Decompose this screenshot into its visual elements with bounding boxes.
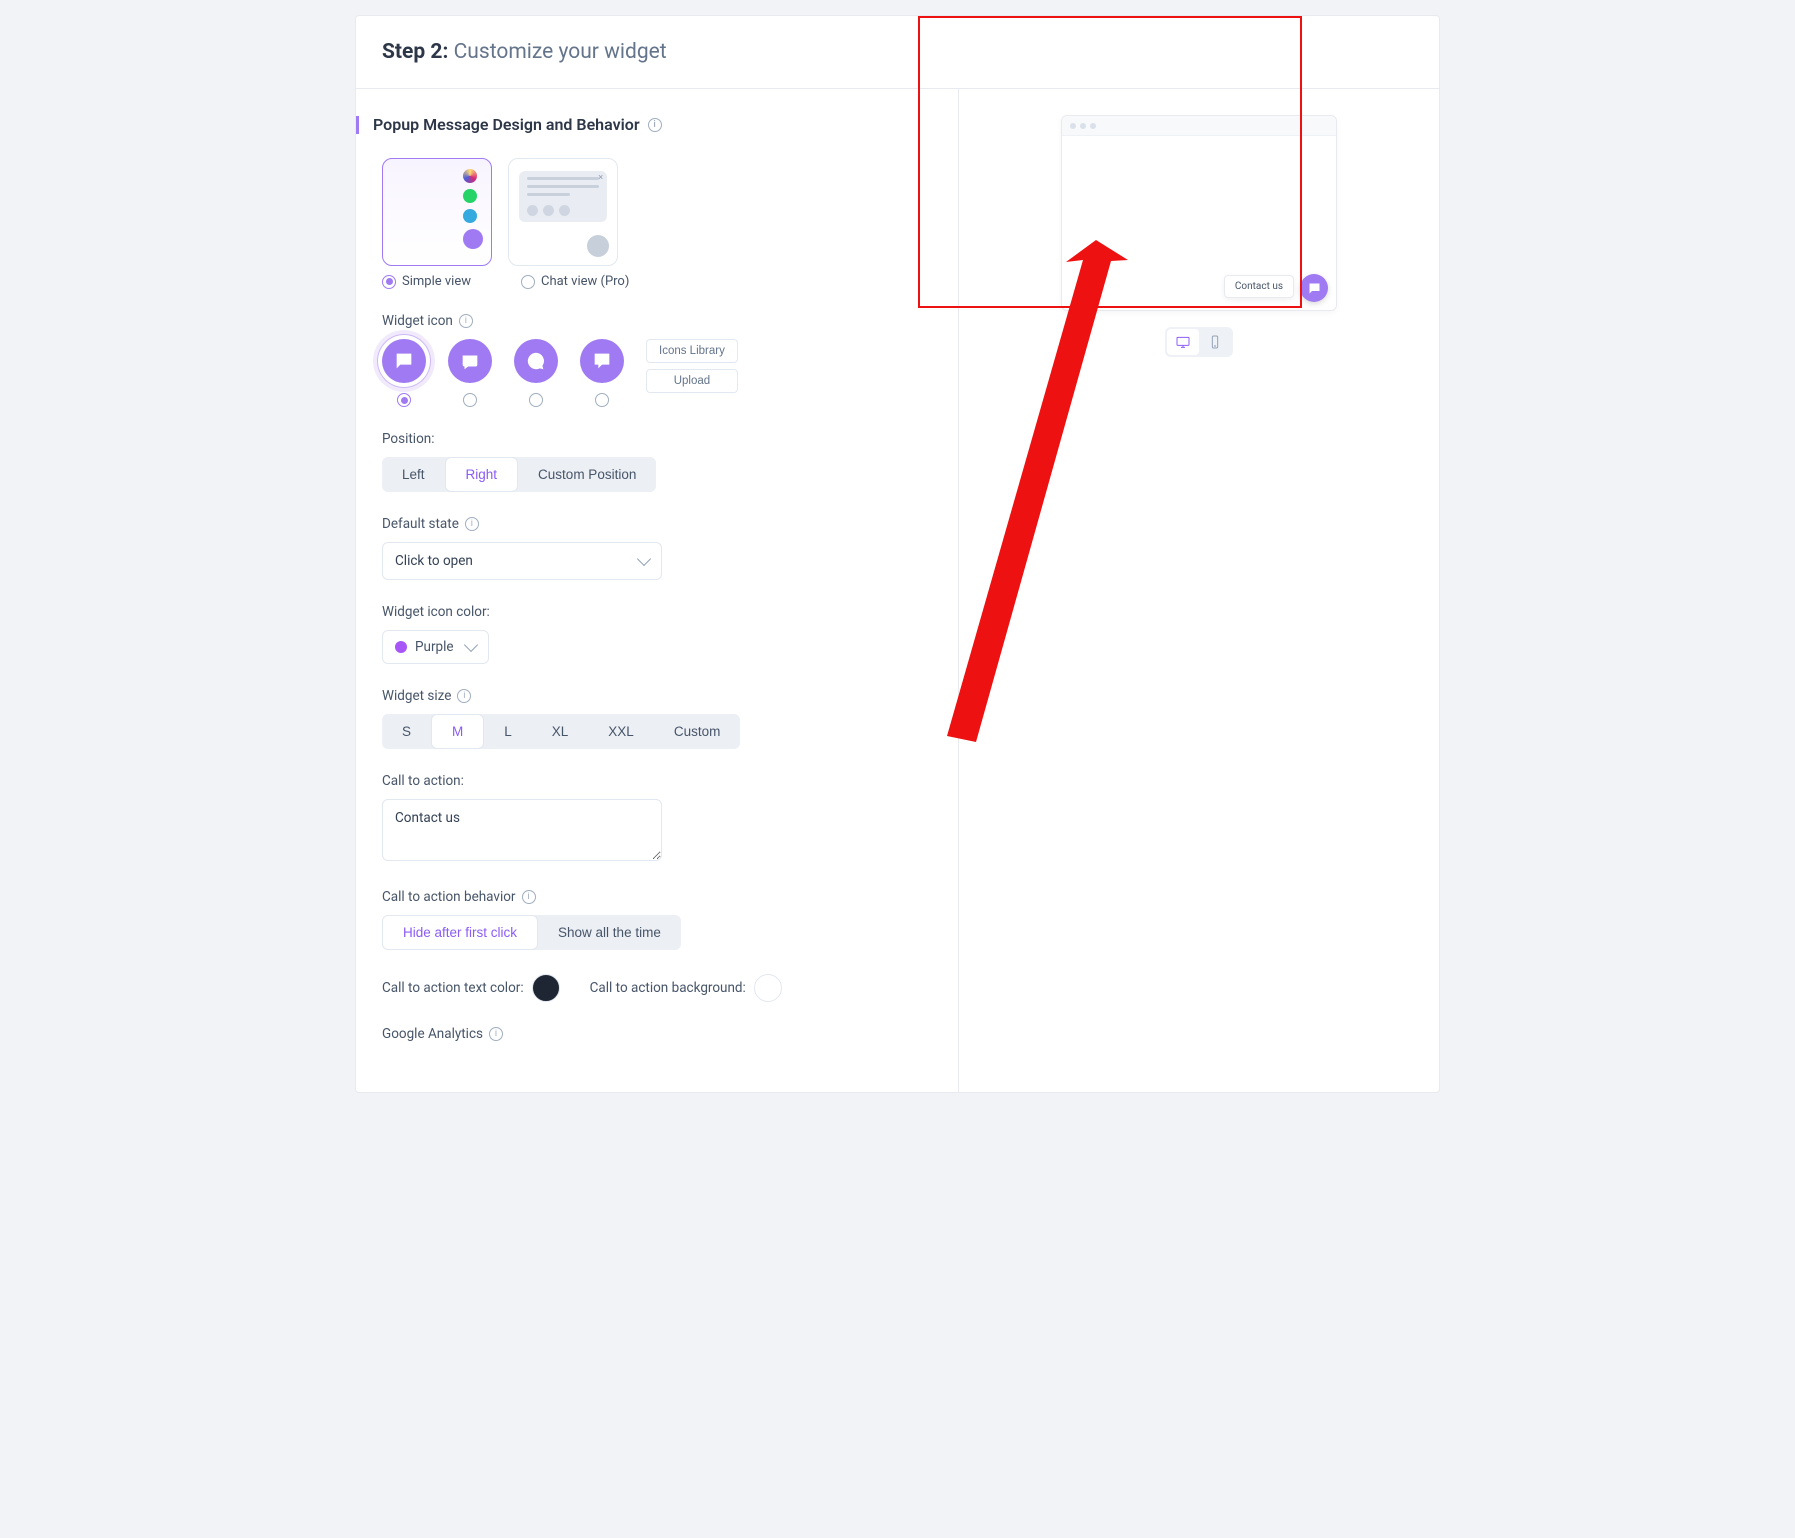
preview-browser: Contact us xyxy=(1061,115,1337,311)
color-swatch-icon xyxy=(395,641,407,653)
default-state-select[interactable]: Click to open xyxy=(382,542,662,580)
design-style-row: × xyxy=(382,158,932,266)
icon-color-select[interactable]: Purple xyxy=(382,630,489,664)
label-text: Default state xyxy=(382,516,459,532)
design-simple-card[interactable] xyxy=(382,158,492,266)
info-icon[interactable] xyxy=(522,890,536,904)
form-column: Popup Message Design and Behavior xyxy=(356,89,959,1092)
radio-icon xyxy=(382,275,396,289)
cta-bg-color-picker[interactable] xyxy=(754,974,782,1002)
design-simple-radio[interactable]: Simple view xyxy=(382,274,471,289)
icon-color-label: Widget icon color: xyxy=(382,604,932,620)
position-left-button[interactable]: Left xyxy=(382,457,445,492)
preview-desktop-button[interactable] xyxy=(1167,329,1199,355)
step-prefix: Step 2: xyxy=(382,40,448,64)
widget-size-label: Widget size xyxy=(382,688,932,704)
label-text: Google Analytics xyxy=(382,1026,483,1042)
cta-bg-label: Call to action background: xyxy=(590,980,746,996)
mobile-icon xyxy=(1207,334,1223,350)
desktop-icon xyxy=(1175,334,1191,350)
section-title: Popup Message Design and Behavior xyxy=(382,115,932,134)
info-icon[interactable] xyxy=(465,517,479,531)
widget-icon-option-2[interactable] xyxy=(448,339,492,383)
size-custom-button[interactable]: Custom xyxy=(654,714,741,749)
whatsapp-icon xyxy=(463,189,477,203)
step-subtitle: Customize your widget xyxy=(454,40,667,64)
preview-device-toggle xyxy=(1165,327,1233,357)
radio-icon xyxy=(521,275,535,289)
cta-behavior-segmented: Hide after first click Show all the time xyxy=(382,915,681,950)
cta-behavior-label: Call to action behavior xyxy=(382,889,932,905)
preview-column: Contact us xyxy=(959,89,1439,1092)
preview-cta-pill: Contact us xyxy=(1224,275,1294,298)
telegram-icon xyxy=(463,209,477,223)
widget-icon-label: Widget icon xyxy=(382,313,932,329)
size-s-button[interactable]: S xyxy=(382,714,431,749)
step-title: Step 2: Customize your widget xyxy=(382,40,1413,64)
google-analytics-label: Google Analytics xyxy=(382,1026,932,1042)
size-l-button[interactable]: L xyxy=(484,714,532,749)
size-m-button[interactable]: M xyxy=(431,714,484,749)
info-icon[interactable] xyxy=(457,689,471,703)
upload-button[interactable]: Upload xyxy=(646,369,738,393)
card-header: Step 2: Customize your widget xyxy=(356,16,1439,89)
position-label: Position: xyxy=(382,431,932,447)
label-text: Call to action behavior xyxy=(382,889,516,905)
section-title-text: Popup Message Design and Behavior xyxy=(373,115,640,134)
radio-label: Chat view (Pro) xyxy=(541,274,629,289)
select-value: Purple xyxy=(415,639,454,655)
cta-label: Call to action: xyxy=(382,773,932,789)
cta-text-color-label: Call to action text color: xyxy=(382,980,524,996)
browser-traffic-lights xyxy=(1062,116,1336,136)
cta-behavior-hide-button[interactable]: Hide after first click xyxy=(382,915,538,950)
chat-icon xyxy=(463,229,483,249)
widget-size-segmented: S M L XL XXL Custom xyxy=(382,714,740,749)
default-state-label: Default state xyxy=(382,516,932,532)
position-right-button[interactable]: Right xyxy=(445,457,519,492)
design-chat-radio[interactable]: Chat view (Pro) xyxy=(521,274,629,289)
position-custom-button[interactable]: Custom Position xyxy=(518,457,656,492)
select-value: Click to open xyxy=(395,553,473,569)
design-chat-card[interactable]: × xyxy=(508,158,618,266)
size-xl-button[interactable]: XL xyxy=(532,714,589,749)
close-icon: × xyxy=(598,173,603,183)
chevron-down-icon xyxy=(463,638,477,652)
radio-icon[interactable] xyxy=(397,393,411,407)
chat-icon xyxy=(587,235,609,257)
chevron-down-icon xyxy=(637,552,651,566)
radio-icon[interactable] xyxy=(595,393,609,407)
cta-behavior-show-button[interactable]: Show all the time xyxy=(538,915,681,950)
info-icon[interactable] xyxy=(459,314,473,328)
preview-fab-icon xyxy=(1300,274,1328,302)
label-text: Widget size xyxy=(382,688,451,704)
radio-icon[interactable] xyxy=(529,393,543,407)
instagram-icon xyxy=(463,169,477,183)
cta-text-color-picker[interactable] xyxy=(532,974,560,1002)
preview-mobile-button[interactable] xyxy=(1199,329,1231,355)
info-icon[interactable] xyxy=(648,118,662,132)
widget-icon-option-3[interactable] xyxy=(514,339,558,383)
widget-icon-option-4[interactable] xyxy=(580,339,624,383)
size-xxl-button[interactable]: XXL xyxy=(588,714,654,749)
info-icon[interactable] xyxy=(489,1027,503,1041)
icons-library-button[interactable]: Icons Library xyxy=(646,339,738,363)
cta-textarea[interactable] xyxy=(382,799,662,861)
widget-icon-option-1[interactable] xyxy=(382,339,426,383)
chat-preview-mini: × xyxy=(519,171,607,222)
position-segmented: Left Right Custom Position xyxy=(382,457,656,492)
radio-icon[interactable] xyxy=(463,393,477,407)
radio-label: Simple view xyxy=(402,274,471,289)
label-text: Widget icon xyxy=(382,313,453,329)
